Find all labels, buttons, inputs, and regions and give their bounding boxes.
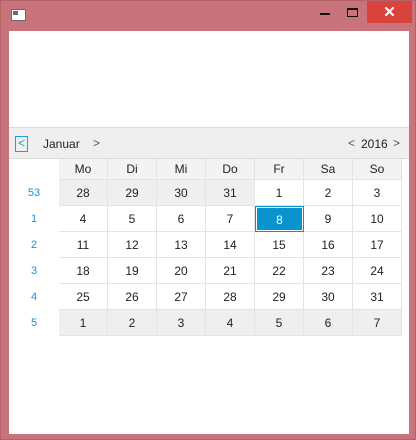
day-cell[interactable]: 30 — [157, 180, 206, 206]
weekday-header-mi: Mi — [157, 159, 206, 180]
weekday-header-sa: Sa — [304, 159, 353, 180]
day-cell[interactable]: 2 — [304, 180, 353, 206]
day-cell[interactable]: 15 — [255, 232, 304, 258]
day-cell[interactable]: 28 — [206, 284, 255, 310]
day-cell[interactable]: 6 — [304, 310, 353, 336]
week-row: 51234567 — [9, 310, 409, 336]
weekday-header-fr: Fr — [255, 159, 304, 180]
day-cell[interactable]: 5 — [108, 206, 157, 232]
maximize-icon — [346, 7, 358, 17]
day-cell[interactable]: 20 — [157, 258, 206, 284]
day-cell[interactable]: 4 — [206, 310, 255, 336]
next-month-button[interactable]: > — [93, 136, 100, 150]
day-cell[interactable]: 6 — [157, 206, 206, 232]
day-cell[interactable]: 26 — [108, 284, 157, 310]
day-cell[interactable]: 3 — [353, 180, 402, 206]
day-cell[interactable]: 25 — [59, 284, 108, 310]
week-row: 4 25 26 27 28 29 30 31 — [9, 284, 409, 310]
window-content: < Januar > < 2016 > Mo Di Mi Do Fr Sa So 53 28 2… — [9, 31, 409, 434]
day-cell[interactable]: 19 — [108, 258, 157, 284]
day-cell[interactable]: 12 — [108, 232, 157, 258]
day-cell[interactable]: 11 — [59, 232, 108, 258]
day-cell[interactable]: 18 — [59, 258, 108, 284]
week-number: 2 — [30, 239, 38, 251]
day-cell[interactable]: 4 — [59, 206, 108, 232]
week-row: 3 18 19 20 21 22 23 24 — [9, 258, 409, 284]
previous-year-button[interactable]: < — [348, 136, 355, 150]
weekday-header-mo: Mo — [59, 159, 108, 180]
week-row: 1 4 5 6 7 8 9 10 — [9, 206, 409, 232]
weekday-header-do: Do — [206, 159, 255, 180]
day-cell[interactable]: 14 — [206, 232, 255, 258]
week-row: 53 28 29 30 31 1 2 3 — [9, 180, 409, 206]
week-number: 4 — [30, 291, 38, 303]
day-cell[interactable]: 27 — [157, 284, 206, 310]
day-cell[interactable]: 29 — [108, 180, 157, 206]
day-cell[interactable]: 1 — [59, 310, 108, 336]
day-cell[interactable]: 30 — [304, 284, 353, 310]
day-cell[interactable]: 23 — [304, 258, 353, 284]
day-cell[interactable]: 1 — [255, 180, 304, 206]
weekday-header-row: Mo Di Mi Do Fr Sa So — [9, 159, 409, 180]
day-cell[interactable]: 24 — [353, 258, 402, 284]
selected-day-cell[interactable]: 8 — [255, 206, 304, 232]
week-number: 5 — [30, 317, 38, 329]
month-label: Januar — [43, 137, 80, 151]
next-year-button[interactable]: > — [393, 136, 400, 150]
day-cell[interactable]: 22 — [255, 258, 304, 284]
previous-month-button[interactable]: < — [15, 136, 28, 152]
day-cell[interactable]: 10 — [353, 206, 402, 232]
day-cell[interactable]: 3 — [157, 310, 206, 336]
close-icon: ✕ — [383, 4, 396, 21]
weekday-header-so: So — [353, 159, 402, 180]
day-cell[interactable]: 21 — [206, 258, 255, 284]
year-label: 2016 — [361, 137, 388, 151]
day-cell[interactable]: 2 — [108, 310, 157, 336]
day-cell[interactable]: 13 — [157, 232, 206, 258]
minimize-icon — [320, 13, 330, 15]
maximize-button[interactable] — [335, 1, 369, 23]
week-row: 2 11 12 13 14 15 16 17 — [9, 232, 409, 258]
day-cell[interactable]: 7 — [206, 206, 255, 232]
day-cell[interactable]: 28 — [59, 180, 108, 206]
day-cell[interactable]: 31 — [353, 284, 402, 310]
day-cell[interactable]: 17 — [353, 232, 402, 258]
day-cell[interactable]: 31 — [206, 180, 255, 206]
close-button[interactable]: ✕ — [367, 1, 412, 23]
week-number: 53 — [27, 187, 41, 199]
week-number: 3 — [30, 265, 38, 277]
week-number: 1 — [30, 213, 38, 225]
date-picker-header: < Januar > < 2016 > — [9, 127, 409, 159]
title-bar[interactable]: ✕ — [1, 1, 416, 29]
day-cell[interactable]: 5 — [255, 310, 304, 336]
day-cell[interactable]: 16 — [304, 232, 353, 258]
date-picker-popup: < Januar > < 2016 > Mo Di Mi Do Fr Sa So 53 28 2… — [9, 127, 409, 341]
chevron-left-icon: < — [17, 136, 25, 150]
day-cell[interactable]: 7 — [353, 310, 402, 336]
weekday-header-di: Di — [108, 159, 157, 180]
app-window: ✕ < Januar > < 2016 > Mo Di Mi Do Fr Sa So 53 2… — [0, 0, 416, 440]
day-cell[interactable]: 29 — [255, 284, 304, 310]
app-window-icon — [11, 9, 26, 21]
day-cell[interactable]: 9 — [304, 206, 353, 232]
